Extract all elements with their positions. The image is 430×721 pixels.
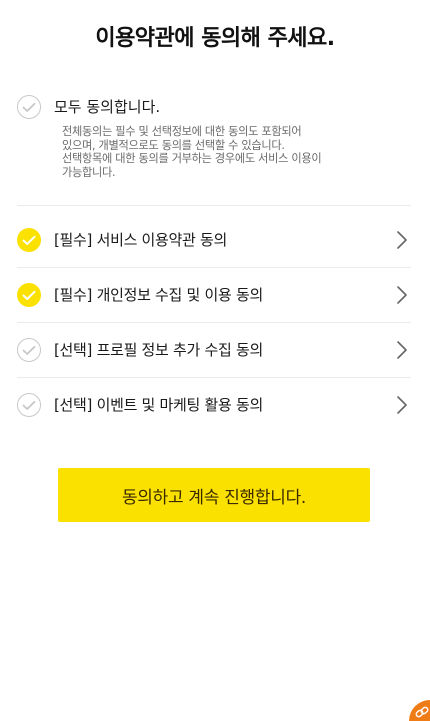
term-checkbox-profile[interactable] bbox=[17, 338, 41, 362]
agree-all-description: 전체동의는 필수 및 선택정보에 대한 동의도 포함되어 있으며, 개별적으로도… bbox=[62, 125, 372, 179]
term-checkbox-privacy[interactable] bbox=[17, 283, 41, 307]
term-label: [선택] 프로필 정보 추가 수집 동의 bbox=[54, 341, 263, 359]
description-line: 있으며, 개별적으로도 동의를 선택할 수 있습니다. bbox=[62, 138, 285, 152]
term-row-profile[interactable]: [선택] 프로필 정보 추가 수집 동의 bbox=[17, 323, 411, 377]
term-label: [필수] 서비스 이용약관 동의 bbox=[54, 231, 228, 249]
term-label: [선택] 이벤트 및 마케팅 활용 동의 bbox=[54, 396, 263, 414]
agree-all-checkbox[interactable] bbox=[17, 95, 41, 119]
agree-all-label: 모두 동의합니다. bbox=[54, 98, 161, 116]
check-icon bbox=[22, 235, 36, 245]
link-icon bbox=[415, 706, 429, 718]
chevron-right-icon[interactable] bbox=[396, 285, 408, 305]
term-label: [필수] 개인정보 수집 및 이용 동의 bbox=[54, 286, 263, 304]
description-line: 선택항목에 대한 동의를 거부하는 경우에도 서비스 이용이 bbox=[62, 152, 322, 165]
term-row-privacy[interactable]: [필수] 개인정보 수집 및 이용 동의 bbox=[17, 268, 411, 322]
terms-agreement-page: 이용약관에 동의해 주세요. 모두 동의합니다. 전체동의는 필수 및 선택정보… bbox=[0, 0, 430, 721]
agree-all-row[interactable]: 모두 동의합니다. bbox=[17, 92, 411, 122]
chevron-right-icon[interactable] bbox=[396, 340, 408, 360]
description-line: 가능합니다. bbox=[62, 165, 116, 179]
divider bbox=[17, 205, 411, 206]
chevron-right-icon[interactable] bbox=[396, 230, 408, 250]
check-icon bbox=[22, 102, 36, 112]
floating-action-button[interactable] bbox=[409, 700, 430, 721]
page-title: 이용약관에 동의해 주세요. bbox=[95, 26, 335, 51]
chevron-right-icon[interactable] bbox=[396, 395, 408, 415]
agree-continue-button[interactable]: 동의하고 계속 진행합니다. bbox=[58, 468, 370, 522]
check-icon bbox=[22, 290, 36, 300]
term-row-service[interactable]: [필수] 서비스 이용약관 동의 bbox=[17, 213, 411, 267]
check-icon bbox=[22, 345, 36, 355]
term-row-marketing[interactable]: [선택] 이벤트 및 마케팅 활용 동의 bbox=[17, 378, 411, 432]
check-icon bbox=[22, 400, 36, 410]
term-checkbox-marketing[interactable] bbox=[17, 393, 41, 417]
description-line: 전체동의는 필수 및 선택정보에 대한 동의도 포함되어 bbox=[62, 125, 302, 138]
term-checkbox-service[interactable] bbox=[17, 228, 41, 252]
